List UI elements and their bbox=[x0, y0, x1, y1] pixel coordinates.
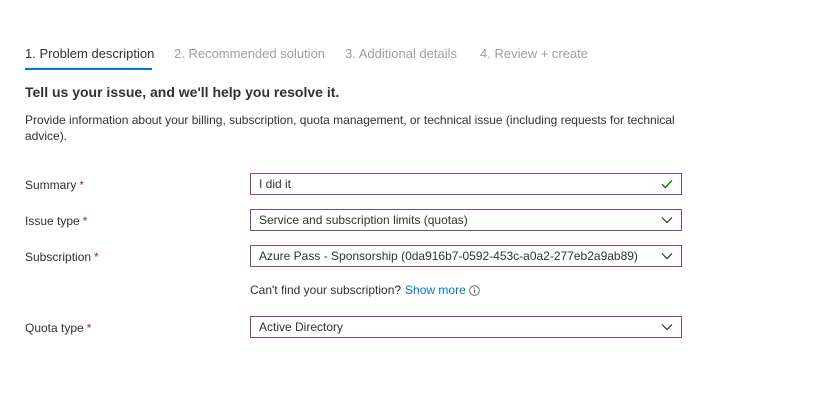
quota-type-label-text: Quota type bbox=[25, 321, 84, 335]
info-icon[interactable] bbox=[468, 284, 480, 296]
chevron-down-icon bbox=[657, 210, 677, 230]
summary-label-text: Summary bbox=[25, 178, 77, 192]
chevron-down-icon bbox=[657, 246, 677, 266]
issue-type-label: Issue type * bbox=[25, 214, 87, 228]
summary-input[interactable]: I did it bbox=[250, 173, 682, 195]
required-mark: * bbox=[86, 321, 92, 335]
page-heading: Tell us your issue, and we'll help you r… bbox=[25, 84, 340, 100]
tab-recommended-solution[interactable]: 2. Recommended solution bbox=[174, 46, 325, 62]
show-more-link[interactable]: Show more bbox=[405, 283, 466, 297]
create-support-request-page: 1. Problem description 2. Recommended so… bbox=[0, 0, 840, 410]
required-mark: * bbox=[79, 178, 85, 192]
subscription-label-text: Subscription bbox=[25, 250, 92, 264]
required-mark: * bbox=[94, 250, 99, 264]
chevron-down-icon bbox=[657, 317, 677, 337]
active-tab-indicator bbox=[25, 68, 152, 70]
issue-type-value: Service and subscription limits (quotas) bbox=[259, 213, 468, 227]
issue-type-dropdown[interactable]: Service and subscription limits (quotas) bbox=[250, 209, 682, 231]
quota-type-label: Quota type * bbox=[25, 321, 91, 335]
page-description: Provide information about your billing, … bbox=[25, 113, 675, 143]
tab-problem-description[interactable]: 1. Problem description bbox=[25, 46, 154, 62]
required-mark: * bbox=[82, 214, 88, 228]
quota-type-value: Active Directory bbox=[259, 320, 344, 334]
subscription-help-text: Can't find your subscription? bbox=[250, 283, 402, 297]
summary-label: Summary * bbox=[25, 178, 84, 192]
issue-type-label-text: Issue type bbox=[25, 214, 80, 228]
tab-review-create[interactable]: 4. Review + create bbox=[480, 46, 588, 62]
summary-value: I did it bbox=[259, 177, 292, 191]
tab-additional-details[interactable]: 3. Additional details bbox=[345, 46, 457, 62]
quota-type-dropdown[interactable]: Active Directory bbox=[250, 316, 682, 338]
subscription-help: Can't find your subscription? Show more bbox=[250, 283, 480, 297]
subscription-dropdown[interactable]: Azure Pass - Sponsorship (0da916b7-0592-… bbox=[250, 245, 682, 267]
subscription-label: Subscription * bbox=[25, 250, 99, 264]
subscription-value: Azure Pass - Sponsorship (0da916b7-0592-… bbox=[259, 249, 638, 263]
checkmark-icon bbox=[657, 174, 677, 194]
